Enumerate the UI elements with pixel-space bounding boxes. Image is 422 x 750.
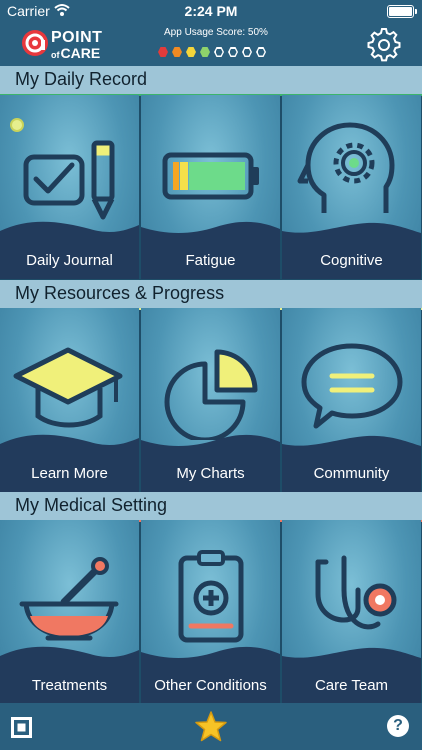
section-title: My Daily Record xyxy=(15,69,148,89)
care-team-tile[interactable]: Care Team xyxy=(282,520,421,704)
tile-wave xyxy=(141,646,280,704)
usage-score-dot xyxy=(186,47,196,57)
clipboard-medical-icon xyxy=(178,550,244,643)
section-title: My Medical Setting xyxy=(15,495,168,515)
tile-label: Fatigue xyxy=(185,252,236,269)
stethoscope-icon xyxy=(315,555,397,630)
app-header: POINT ofCARE App Usage Score: 50% xyxy=(0,22,422,66)
tile-wave xyxy=(0,646,139,704)
help-icon[interactable]: ? xyxy=(387,715,409,737)
other-conditions-tile[interactable]: Other Conditions xyxy=(141,520,280,704)
usage-score-dot xyxy=(242,47,252,57)
tile-label: Daily Journal xyxy=(26,252,113,269)
tile-row-medical-setting: Treatments Other Conditions Care Team xyxy=(0,520,422,704)
tile-label: Cognitive xyxy=(320,252,383,269)
logo-text-bottom: ofCARE xyxy=(51,45,101,61)
tile-label: Learn More xyxy=(31,465,108,482)
tile-row-daily-record: Daily Journal Fatigue Cognitive xyxy=(0,95,422,279)
at-sign-logo-icon xyxy=(22,30,48,56)
graduation-cap-icon xyxy=(13,347,123,428)
section-title: My Resources & Progress xyxy=(15,283,225,303)
tile-label: My Charts xyxy=(176,465,245,482)
my-charts-tile[interactable]: My Charts xyxy=(141,308,280,492)
battery-status-icon xyxy=(387,5,417,18)
tile-label: Treatments xyxy=(31,677,108,694)
usage-score-label: App Usage Score: 50% xyxy=(164,27,268,38)
usage-score-dot xyxy=(214,47,224,57)
app-logo: POINT ofCARE xyxy=(20,26,115,62)
tile-wave xyxy=(282,647,421,704)
usage-score-dot xyxy=(228,47,238,57)
daily-journal-tile[interactable]: Daily Journal xyxy=(0,95,139,279)
tile-label: Other Conditions xyxy=(154,677,267,694)
treatments-tile[interactable]: Treatments xyxy=(0,520,139,704)
tile-label: Care Team xyxy=(314,677,389,694)
community-tile[interactable]: Community xyxy=(282,308,421,492)
section-header-resources-progress: My Resources & Progress xyxy=(0,280,422,310)
tile-wave xyxy=(141,221,280,279)
tile-wave xyxy=(0,221,139,279)
bottom-toolbar: ? xyxy=(0,703,422,750)
status-bar: Carrier 2:24 PM xyxy=(0,0,422,22)
fatigue-tile[interactable]: Fatigue xyxy=(141,95,280,279)
usage-score-dot xyxy=(256,47,266,57)
section-header-medical-setting: My Medical Setting xyxy=(0,492,422,522)
star-icon[interactable] xyxy=(195,711,227,742)
battery-icon xyxy=(162,152,259,200)
usage-score-dot xyxy=(200,47,210,57)
journal-check-pencil-icon xyxy=(10,118,115,220)
head-gear-icon xyxy=(297,122,395,213)
pie-chart-icon xyxy=(164,349,258,440)
speech-bubble-icon xyxy=(301,343,403,429)
tile-row-resources-progress: Learn More My Charts Community xyxy=(0,308,422,492)
gear-icon[interactable] xyxy=(366,26,402,62)
tile-label: Community xyxy=(313,465,390,482)
square-frame-icon[interactable] xyxy=(11,717,32,738)
usage-score-dot xyxy=(158,47,168,57)
usage-score-dot xyxy=(172,47,182,57)
tile-wave xyxy=(282,222,421,279)
clock: 2:24 PM xyxy=(184,3,238,19)
learn-more-tile[interactable]: Learn More xyxy=(0,308,139,492)
usage-score-dots xyxy=(158,47,270,57)
mortar-pestle-icon xyxy=(19,557,119,641)
cognitive-tile[interactable]: Cognitive xyxy=(282,95,421,279)
tile-wave xyxy=(0,434,139,492)
tile-wave xyxy=(282,435,421,492)
tile-wave xyxy=(141,434,280,492)
section-header-daily-record: My Daily Record xyxy=(0,66,422,96)
